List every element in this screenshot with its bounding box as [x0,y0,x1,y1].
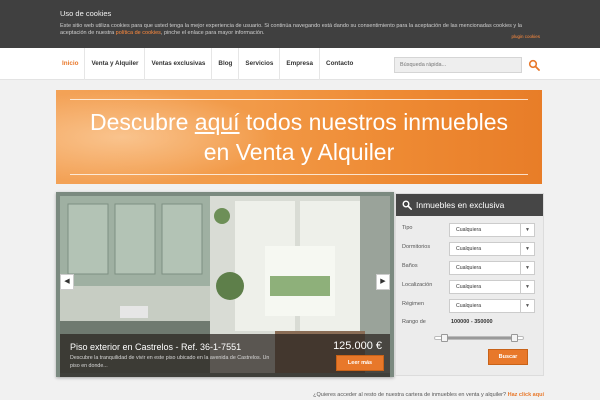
nav-item-venta-alquiler[interactable]: Venta y Alquiler [85,48,146,80]
select-regimen-value: Cualquiera [456,303,482,309]
promo-banner[interactable]: Descubre aquí todos nuestros inmuebles e… [56,90,542,184]
nav-item-ventas-exclusivas[interactable]: Ventas exclusivas [145,48,213,80]
banner-line-1: Descubre aquí todos nuestros inmuebles [56,107,542,137]
select-banos-value: Cualquiera [456,265,482,271]
nav-item-inicio[interactable]: Inicio [56,48,86,80]
search-icon[interactable] [528,59,540,71]
buscar-button[interactable]: Buscar [488,349,528,365]
main-nav: Inicio Venta y Alquiler Ventas exclusiva… [56,48,359,80]
select-tipo-value: Cualquiera [456,227,482,233]
banner-line-1-before: Descubre [89,109,195,135]
footer-cta: ¿Quieres acceder al resto de nuestra car… [0,392,544,398]
select-banos[interactable]: Cualquiera ▼ [449,261,535,275]
field-regimen: Régimen Cualquiera ▼ [402,299,538,313]
banner-rule-bottom [70,174,528,175]
range-handle-min[interactable] [441,334,448,342]
chevron-down-icon: ▼ [520,243,534,255]
nav-item-contacto[interactable]: Contacto [320,48,359,80]
slider-prev-button[interactable]: ◀ [60,274,74,290]
chevron-down-icon: ▼ [520,281,534,293]
field-dormitorios: Dormitorios Cualquiera ▼ [402,242,538,256]
select-regimen[interactable]: Cualquiera ▼ [449,299,535,313]
field-tipo: Tipo Cualquiera ▼ [402,223,538,237]
select-tipo[interactable]: Cualquiera ▼ [449,223,535,237]
search-input[interactable] [394,57,522,73]
chevron-down-icon: ▼ [520,262,534,274]
nav-item-empresa[interactable]: Empresa [280,48,321,80]
select-dormitorios[interactable]: Cualquiera ▼ [449,242,535,256]
field-label-banos: Baños [402,263,418,269]
footer-link[interactable]: Haz click aquí [508,392,544,398]
panel-title: Inmuebles en exclusiva [416,200,505,210]
cookie-text: Este sitio web utiliza cookies para que … [60,23,540,37]
price-range-slider[interactable] [434,334,524,342]
banner-link-aqui[interactable]: aquí [195,109,240,135]
field-localizacion: Localización Cualquiera ▼ [402,280,538,294]
cookie-text-after: , pinche el enlace para mayor informació… [160,30,265,36]
select-localizacion[interactable]: Cualquiera ▼ [449,280,535,294]
slide-description: Descubre la tranquilidad de vivir en est… [70,355,270,369]
field-label-tipo: Tipo [402,225,413,231]
slide-title[interactable]: Piso exterior en Castrelos - Ref. 36-1-7… [70,342,241,352]
cookie-title: Uso de cookies [60,9,112,18]
banner-line-2: en Venta y Alquiler [203,139,395,165]
nav-item-servicios[interactable]: Servicios [239,48,281,80]
slide-price: 125.000 € [333,340,382,352]
select-dormitorios-value: Cualquiera [456,246,482,252]
field-label-dormitorios: Dormitorios [402,244,431,250]
slider-next-button[interactable]: ▶ [376,274,390,290]
footer-question: ¿Quieres acceder al resto de nuestra car… [313,392,508,398]
range-label: Rango de [402,319,426,325]
panel-header: Inmuebles en exclusiva [396,194,543,216]
banner-headline: Descubre aquí todos nuestros inmuebles e… [56,107,542,167]
read-more-button[interactable]: Leer más [336,355,384,371]
banner-rule-top [70,99,528,100]
field-label-regimen: Régimen [402,301,425,307]
search-icon [402,200,412,210]
chevron-down-icon: ▼ [520,224,534,236]
exclusive-search-panel: Inmuebles en exclusiva Tipo Cualquiera ▼ … [395,193,544,376]
cookie-plugin-link[interactable]: plugin cookies [511,34,540,39]
range-handle-max[interactable] [511,334,518,342]
cookie-policy-link[interactable]: política de cookies [116,30,161,36]
range-value: 100000 - 350000 [451,319,493,325]
nav-item-blog[interactable]: Blog [212,48,240,80]
select-localizacion-value: Cualquiera [456,284,482,290]
chevron-down-icon: ▼ [520,300,534,312]
field-banos: Baños Cualquiera ▼ [402,261,538,275]
cookie-bar: Uso de cookies Este sitio web utiliza co… [0,0,600,48]
banner-line-1-after: todos nuestros inmuebles [239,109,509,135]
range-fill [443,337,513,339]
slide-caption: Piso exterior en Castrelos - Ref. 36-1-7… [60,334,390,377]
field-label-localizacion: Localización [402,282,433,288]
